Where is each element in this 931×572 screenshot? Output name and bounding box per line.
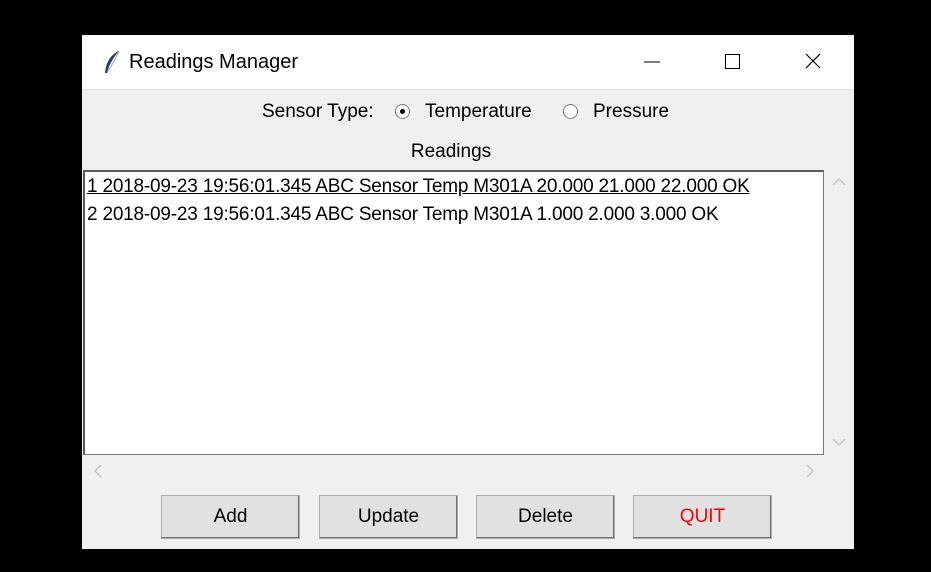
window-title: Readings Manager [129,51,298,73]
update-button[interactable]: Update [319,495,458,539]
radio-temperature[interactable]: Temperature [395,101,555,124]
scroll-left-icon[interactable] [93,464,103,483]
sensor-type-row: Sensor Type: Temperature Pressure [82,99,854,125]
radio-pressure[interactable]: Pressure [563,101,683,124]
radio-indicator-unchecked[interactable] [563,104,578,119]
readings-label: Readings [410,141,492,162]
radio-temperature-label: Temperature [425,101,532,122]
close-icon [805,53,821,69]
close-button[interactable] [772,35,852,89]
feather-icon [100,49,124,77]
minimize-icon [644,61,660,63]
add-button[interactable]: Add [161,495,300,539]
scroll-down-icon[interactable] [832,434,846,452]
vertical-scrollbar[interactable] [824,170,854,455]
title-bar[interactable]: Readings Manager [82,35,854,90]
readings-listbox[interactable]: 1 2018-09-23 19:56:01.345 ABC Sensor Tem… [83,170,824,455]
delete-button[interactable]: Delete [476,495,615,539]
sensor-type-label: Sensor Type: [262,101,374,122]
scroll-right-icon[interactable] [805,464,815,483]
maximize-button[interactable] [692,35,772,89]
list-item[interactable]: 1 2018-09-23 19:56:01.345 ABC Sensor Tem… [87,176,750,202]
radio-indicator-checked[interactable] [395,104,410,119]
radio-pressure-label: Pressure [593,101,670,122]
list-item[interactable]: 2 2018-09-23 19:56:01.345 ABC Sensor Tem… [87,204,719,230]
scroll-up-icon[interactable] [832,174,846,192]
app-window: Readings Manager Sensor Type: Temperatur… [82,35,854,549]
quit-button[interactable]: QUIT [633,495,772,539]
maximize-icon [725,54,740,69]
minimize-button[interactable] [612,35,692,89]
horizontal-scrollbar[interactable] [83,455,824,487]
